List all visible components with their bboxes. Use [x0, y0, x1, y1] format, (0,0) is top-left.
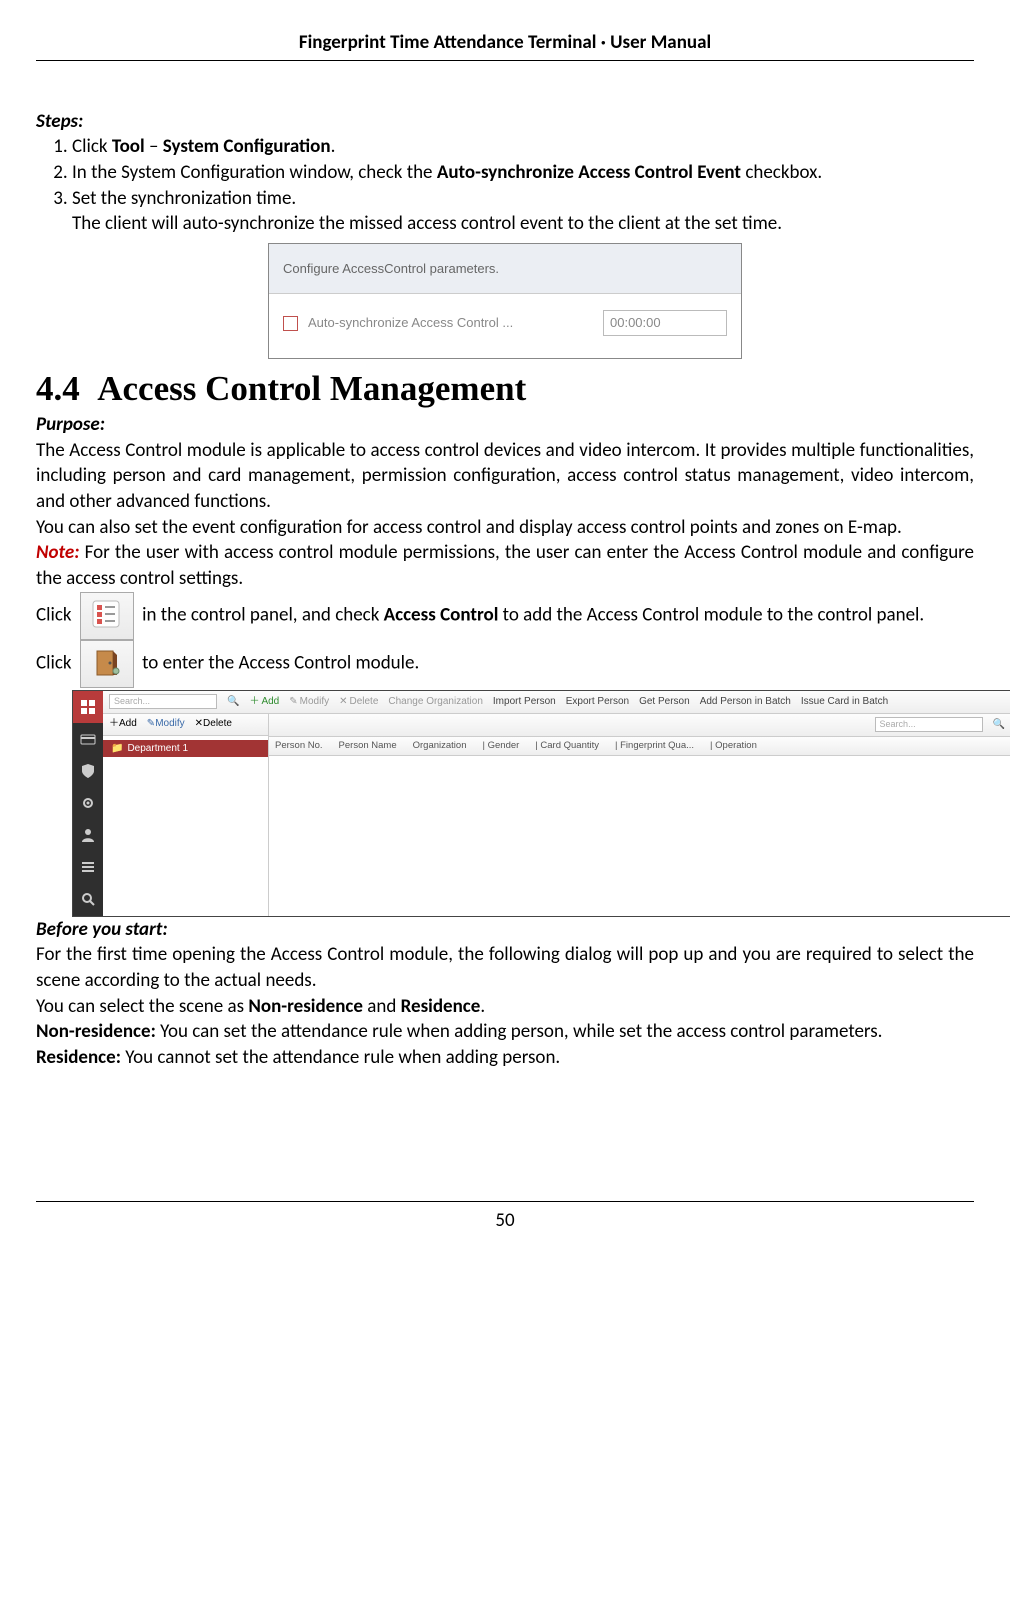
search-icon[interactable]: 🔍 [227, 695, 239, 709]
column-headers: Person No. Person Name Organization | Ge… [269, 737, 1010, 757]
list-search-input[interactable]: Search... [875, 717, 983, 732]
nav-shield-icon[interactable] [73, 755, 103, 787]
note-label: Note: [36, 541, 79, 564]
step-2: In the System Configuration window, chec… [72, 160, 974, 186]
org-tree-panel: ＋Add ✎Modify ✕Delete 📁 Department 1 [103, 714, 269, 916]
add-person-batch-button[interactable]: Add Person in Batch [700, 695, 791, 709]
nav-card-icon[interactable] [73, 723, 103, 755]
configure-panel-title: Configure AccessControl parameters. [269, 244, 741, 295]
non-residence-paragraph: Non-residence: You can set the attendanc… [36, 1019, 974, 1045]
list-search-icon[interactable]: 🔍 [993, 718, 1005, 732]
section-heading: 4.4 Access Control Management [36, 365, 974, 412]
modify-button[interactable]: ✎Modify [289, 695, 329, 709]
tree-delete-button[interactable]: ✕Delete [195, 717, 232, 731]
before-start-heading: Before you start: [36, 917, 974, 943]
page-header: Fingerprint Time Attendance Terminal · U… [36, 30, 974, 61]
auto-sync-checkbox[interactable] [283, 316, 298, 331]
delete-button[interactable]: ✕Delete [339, 695, 378, 709]
tree-modify-button[interactable]: ✎Modify [147, 717, 185, 731]
col-person-name[interactable]: Person Name [339, 740, 397, 753]
import-person-button[interactable]: Import Person [493, 695, 556, 709]
nav-person-icon[interactable] [73, 819, 103, 851]
toolbar-search-input[interactable]: Search... [109, 694, 217, 709]
col-gender[interactable]: | Gender [483, 740, 520, 753]
page-number: 50 [36, 1201, 974, 1234]
access-control-door-icon [80, 640, 134, 688]
nav-search-icon[interactable] [73, 883, 103, 915]
tree-toolbar: ＋Add ✎Modify ✕Delete [103, 714, 268, 736]
empty-list-area [269, 756, 1010, 915]
control-panel-checklist-icon [80, 592, 134, 640]
issue-card-batch-button[interactable]: Issue Card in Batch [801, 695, 888, 709]
auto-sync-label: Auto-synchronize Access Control ... [308, 314, 593, 332]
before-start-p2: You can select the scene as Non-residenc… [36, 994, 974, 1020]
sync-time-input[interactable]: 00:00:00 [603, 310, 727, 336]
nav-gear-icon[interactable] [73, 787, 103, 819]
get-person-button[interactable]: Get Person [639, 695, 690, 709]
nav-list-icon[interactable] [73, 851, 103, 883]
col-operation[interactable]: | Operation [710, 740, 757, 753]
click-instruction-2: Click to enter the Access Control module… [36, 640, 974, 688]
purpose-paragraph-1: The Access Control module is applicable … [36, 438, 974, 515]
step-1: Click Tool – System Configuration. [72, 134, 974, 160]
col-fingerprint[interactable]: | Fingerprint Qua... [615, 740, 694, 753]
residence-paragraph: Residence: You cannot set the attendance… [36, 1045, 974, 1071]
side-nav [73, 691, 103, 916]
export-person-button[interactable]: Export Person [566, 695, 629, 709]
click-instruction-1: Click in the control panel, and check Ac… [36, 592, 974, 640]
folder-icon: 📁 [111, 742, 123, 756]
col-organization[interactable]: Organization [413, 740, 467, 753]
department-node[interactable]: 📁 Department 1 [103, 740, 268, 758]
step-3: Set the synchronization time. The client… [72, 186, 974, 237]
tree-add-button[interactable]: ＋Add [109, 717, 137, 731]
change-org-button[interactable]: Change Organization [388, 695, 483, 709]
before-start-p1: For the first time opening the Access Co… [36, 942, 974, 993]
purpose-paragraph-2: You can also set the event configuration… [36, 515, 974, 541]
configure-access-control-screenshot: Configure AccessControl parameters. Auto… [268, 243, 742, 359]
steps-heading: Steps: [36, 109, 974, 135]
nav-org-icon[interactable] [73, 691, 103, 723]
steps-list: Click Tool – System Configuration. In th… [36, 134, 974, 237]
purpose-heading: Purpose: [36, 412, 974, 438]
top-toolbar: Search... 🔍 ＋Add ✎Modify ✕Delete Change … [103, 691, 1010, 714]
col-person-no[interactable]: Person No. [275, 740, 323, 753]
add-button[interactable]: ＋Add [249, 695, 279, 709]
col-card-quantity[interactable]: | Card Quantity [535, 740, 599, 753]
access-control-window-screenshot: Search... 🔍 ＋Add ✎Modify ✕Delete Change … [72, 690, 1010, 917]
note-paragraph: Note: For the user with access control m… [36, 540, 974, 591]
person-list-panel: Search... 🔍 Person No. Person Name Organ… [269, 714, 1010, 916]
